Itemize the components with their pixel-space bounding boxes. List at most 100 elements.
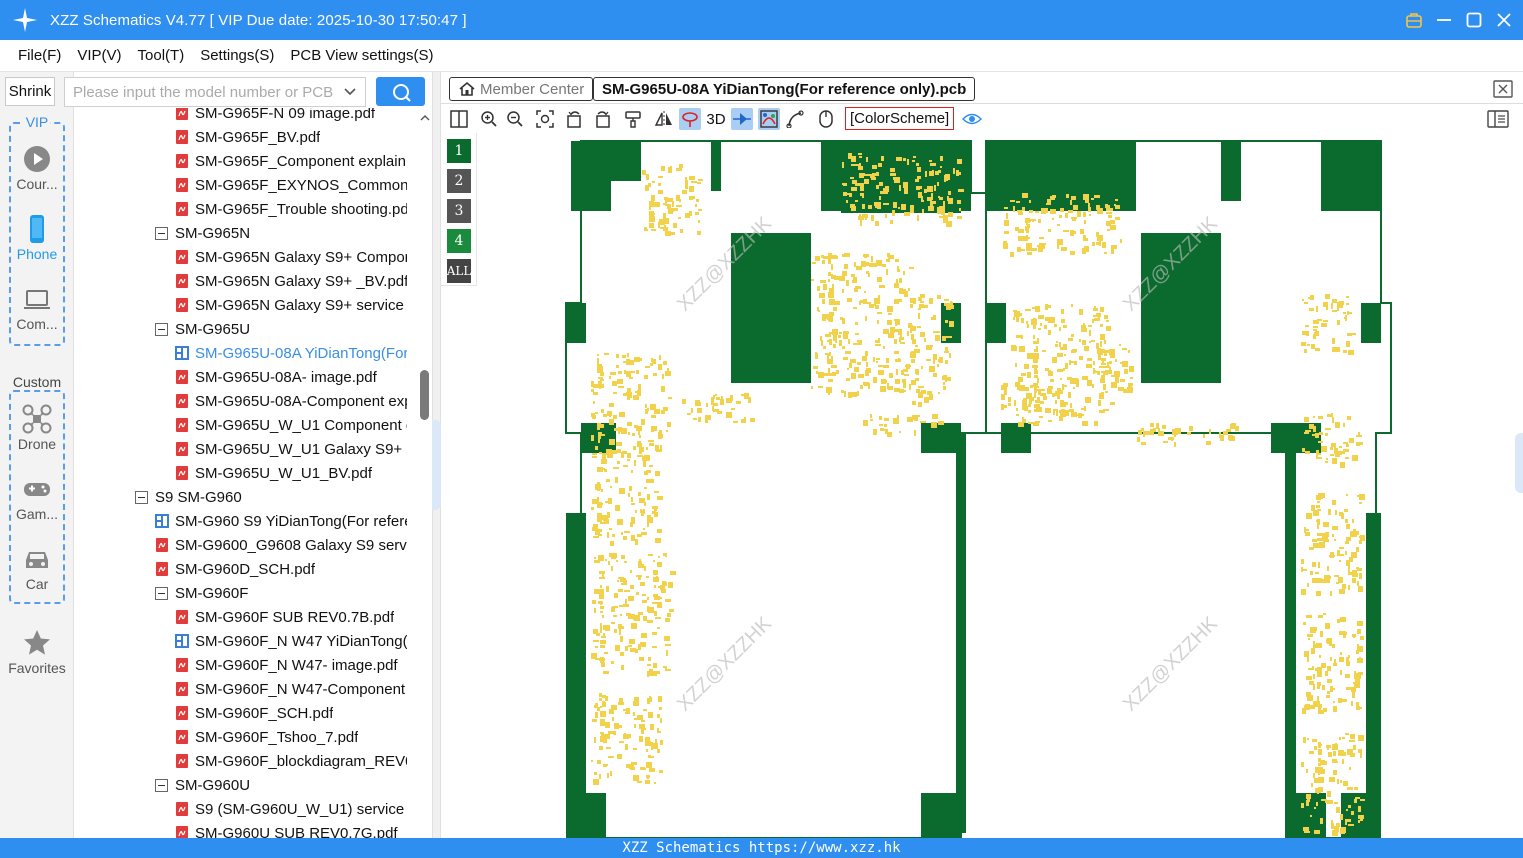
tree-item[interactable]: SM-G965N Galaxy S9+ service m bbox=[175, 293, 407, 317]
pad bbox=[1310, 627, 1316, 633]
mirror-icon[interactable] bbox=[653, 108, 675, 130]
tree-item[interactable]: SM-G965N Galaxy S9+ _BV.pdf bbox=[175, 269, 407, 293]
collapse-toggle-icon[interactable] bbox=[155, 322, 168, 336]
search-button[interactable] bbox=[376, 77, 425, 106]
tree-item[interactable]: S9 (SM-G960U_W_U1) service m bbox=[175, 797, 407, 821]
fit-view-icon[interactable] bbox=[534, 108, 556, 130]
tree-item[interactable]: SM-G960U SUB REV0.7G.pdf bbox=[175, 821, 407, 838]
tree-item[interactable]: SM-G965U-08A YiDianTong(For bbox=[175, 341, 407, 365]
tree-item[interactable]: SM-G960F SUB REV0.7B.pdf bbox=[175, 605, 407, 629]
probe-icon[interactable] bbox=[679, 108, 701, 130]
tree-item[interactable]: SM-G960F_SCH.pdf bbox=[175, 701, 407, 725]
pin-line-icon[interactable] bbox=[731, 108, 753, 130]
tree-item[interactable]: SM-G960F_N W47 YiDianTong(I bbox=[175, 629, 407, 653]
rotate-left-icon[interactable] bbox=[564, 108, 586, 130]
tree-item[interactable]: SM-G965N Galaxy S9+ Compon bbox=[175, 245, 407, 269]
tree-item[interactable]: SM-G965U_W_U1 Component e bbox=[175, 413, 407, 437]
pad bbox=[1074, 231, 1076, 234]
pad bbox=[899, 278, 902, 283]
tree-folder[interactable]: SM-G965U bbox=[155, 317, 407, 341]
collapse-toggle-icon[interactable] bbox=[155, 226, 168, 240]
collapse-toggle-icon[interactable] bbox=[135, 490, 148, 504]
zoom-out-icon[interactable] bbox=[504, 108, 526, 130]
tree-folder[interactable]: SM-G960U bbox=[155, 773, 407, 797]
tree-item[interactable]: SM-G960F_N W47- image.pdf bbox=[175, 653, 407, 677]
close-tabs-icon[interactable] bbox=[1493, 80, 1513, 98]
tree-item[interactable]: SM-G960F_blockdiagram_REV0. bbox=[175, 749, 407, 773]
curve-trace-icon[interactable] bbox=[784, 108, 806, 130]
net-highlight-icon[interactable] bbox=[758, 108, 780, 130]
tree-folder[interactable]: S9 SM-G960 bbox=[135, 485, 407, 509]
tree-item[interactable]: SM-G965U_W_U1 Galaxy S9+ se bbox=[175, 437, 407, 461]
split-view-icon[interactable] bbox=[448, 108, 470, 130]
search-input[interactable]: Please input the model number or PCB bbox=[64, 77, 366, 107]
rail-item-favorites[interactable]: Favorites bbox=[0, 628, 74, 676]
close-button[interactable] bbox=[1495, 11, 1513, 29]
pad bbox=[1028, 404, 1031, 407]
tree-item[interactable]: SM-G965U-08A- image.pdf bbox=[175, 365, 407, 389]
collapse-toggle-icon[interactable] bbox=[155, 778, 168, 792]
tree-item[interactable]: SM-G960F_Tshoo_7.pdf bbox=[175, 725, 407, 749]
rail-item-phone[interactable]: Phone bbox=[0, 214, 74, 262]
pad bbox=[617, 754, 622, 759]
side-panel-icon[interactable] bbox=[1487, 109, 1509, 129]
tree-item[interactable]: SM-G965U-08A-Component exp bbox=[175, 389, 407, 413]
pad bbox=[1328, 509, 1331, 515]
tree-folder[interactable]: SM-G965N bbox=[155, 221, 407, 245]
scroll-up-icon[interactable] bbox=[418, 112, 432, 124]
shrink-button[interactable]: Shrink bbox=[5, 77, 55, 106]
menu-pcb-view-settings[interactable]: PCB View settings(S) bbox=[290, 47, 433, 64]
rail-item-car[interactable]: Car bbox=[0, 544, 74, 592]
eye-icon[interactable] bbox=[961, 108, 983, 130]
tree-item[interactable]: SM-G965F-N 09 image.pdf bbox=[175, 108, 407, 125]
vip-group-label: VIP bbox=[23, 114, 51, 130]
menu-file[interactable]: File(F) bbox=[18, 47, 61, 64]
tree-item[interactable]: SM-G9600_G9608 Galaxy S9 service bbox=[155, 533, 407, 557]
pad bbox=[612, 553, 617, 558]
pcb-canvas[interactable]: 1 2 3 4 ALL XZZ@XZZHK XZZ@XZZHK XZZ@XZZH… bbox=[441, 133, 1523, 838]
tree-item[interactable]: SM-G960 S9 YiDianTong(For refere bbox=[155, 509, 407, 533]
tree-folder[interactable]: SM-G960F bbox=[155, 581, 407, 605]
tree-item[interactable]: SM-G960F_N W47-Component bbox=[175, 677, 407, 701]
view-3d-button[interactable]: 3D bbox=[703, 108, 729, 130]
tree-scrollbar[interactable] bbox=[418, 110, 432, 838]
pcb-board[interactable] bbox=[441, 133, 1523, 838]
rail-item-game[interactable]: Gam... bbox=[0, 474, 74, 522]
tree-item[interactable]: SM-G965F_BV.pdf bbox=[175, 125, 407, 149]
minimize-button[interactable] bbox=[1435, 11, 1453, 29]
mouse-icon[interactable] bbox=[815, 108, 837, 130]
pad bbox=[1073, 205, 1078, 210]
rail-item-computer[interactable]: Com... bbox=[0, 284, 74, 332]
pad bbox=[847, 368, 849, 370]
paint-brush-icon[interactable] bbox=[622, 108, 644, 130]
tree-item[interactable]: SM-G965U_W_U1_BV.pdf bbox=[175, 461, 407, 485]
rotate-right-icon[interactable] bbox=[591, 108, 613, 130]
maximize-button[interactable] bbox=[1465, 11, 1483, 29]
pad bbox=[597, 427, 600, 430]
tree-scroll-thumb[interactable] bbox=[420, 370, 429, 420]
rail-item-drone[interactable]: Drone bbox=[0, 404, 74, 452]
pad bbox=[866, 157, 868, 162]
pad bbox=[937, 295, 941, 299]
chevron-down-icon[interactable] bbox=[343, 84, 357, 100]
tab-member-center[interactable]: Member Center bbox=[449, 77, 594, 101]
tree-item[interactable]: SM-G965F_EXYNOS_Common_S bbox=[175, 173, 407, 197]
collapse-right-handle[interactable] bbox=[1515, 433, 1523, 493]
tab-active-pcb[interactable]: SM-G965U-08A YiDianTong(For reference on… bbox=[593, 77, 976, 101]
tree-item[interactable]: SM-G960D_SCH.pdf bbox=[155, 557, 407, 581]
menu-vip[interactable]: VIP(V) bbox=[77, 47, 121, 64]
pad bbox=[594, 589, 600, 594]
pad bbox=[1352, 573, 1358, 577]
collapse-toggle-icon[interactable] bbox=[155, 586, 168, 600]
tree-item[interactable]: SM-G965F_Trouble shooting.pd bbox=[175, 197, 407, 221]
pad bbox=[945, 376, 947, 382]
menu-tool[interactable]: Tool(T) bbox=[138, 47, 185, 64]
color-scheme-button[interactable]: [ColorScheme] bbox=[845, 107, 955, 130]
zoom-in-icon[interactable] bbox=[478, 108, 500, 130]
rail-item-course[interactable]: Cour... bbox=[0, 144, 74, 192]
collapse-left-handle[interactable] bbox=[432, 420, 441, 510]
vip-bag-icon[interactable] bbox=[1405, 11, 1423, 29]
tree-item[interactable]: SM-G965F_Component explain. bbox=[175, 149, 407, 173]
pad bbox=[889, 373, 893, 378]
menu-settings[interactable]: Settings(S) bbox=[200, 47, 274, 64]
